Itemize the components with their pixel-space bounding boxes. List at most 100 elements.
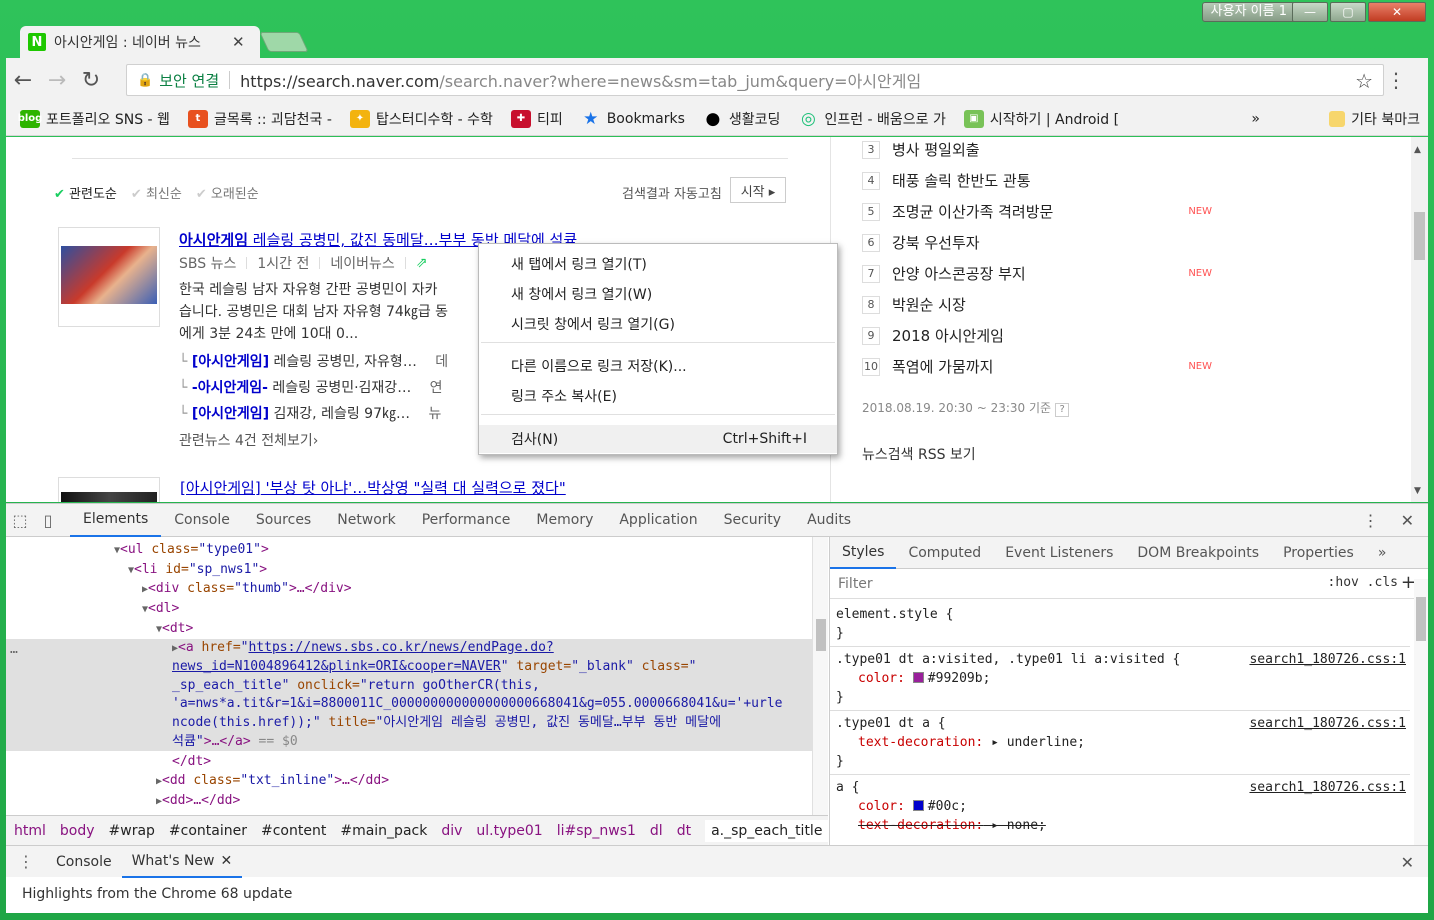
devtools-tab-network[interactable]: Network xyxy=(324,504,408,537)
breadcrumb-item[interactable]: li#sp_nws1 xyxy=(557,823,636,839)
drawer-menu-icon[interactable]: ⋮ xyxy=(6,852,46,871)
news-thumbnail-2[interactable] xyxy=(58,477,160,502)
ranking-item[interactable]: 9 2018 아시안게임 xyxy=(862,325,1222,346)
breadcrumb-item[interactable]: html xyxy=(14,823,46,839)
elements-scrollbar[interactable] xyxy=(812,537,828,815)
bookmark-item[interactable]: ◎ 인프런 - 배움으로 가 xyxy=(798,109,946,129)
dom-node-a-line5[interactable]: ncode(this.href));" title="아시안게임 레슬링 공병민… xyxy=(172,714,721,732)
context-menu-item[interactable]: 검사(N) Ctrl+Shift+I xyxy=(479,425,837,453)
external-link-icon[interactable]: ⇗ xyxy=(416,255,428,271)
tab-close-icon[interactable]: ✕ xyxy=(232,33,245,51)
context-menu-item[interactable]: 다른 이름으로 링크 저장(K)... xyxy=(479,352,837,380)
related-news-item[interactable]: └ -아시안게임- 레슬링 공병민·김재강… 연 xyxy=(179,377,443,397)
bookmark-item[interactable]: blog 포트폴리오 SNS - 웹 xyxy=(18,109,170,129)
url-text[interactable]: https://search.naver.com/search.naver?wh… xyxy=(240,68,921,92)
css-property[interactable]: color: #99209b; xyxy=(836,669,1406,688)
device-toolbar-icon[interactable]: ▯ xyxy=(34,511,62,530)
drawer-tab[interactable]: Console xyxy=(46,846,122,878)
devtools-tab-security[interactable]: Security xyxy=(711,504,795,537)
styles-subtab[interactable]: DOM Breakpoints xyxy=(1125,537,1271,569)
address-bar[interactable]: 🔒 보안 연결 https://search.naver.com/search.… xyxy=(126,64,1384,96)
close-window-button[interactable]: ✕ xyxy=(1368,2,1426,22)
elements-tree[interactable]: … ▼<ul class="type01"> ▼<li id="sp_nws1"… xyxy=(6,537,812,815)
dom-node-dd1[interactable]: ▶<dd class="txt_inline">…</dd> xyxy=(156,772,389,791)
breadcrumb-item[interactable]: ul.type01 xyxy=(476,823,542,839)
inspect-element-icon[interactable]: ⬚ xyxy=(6,511,34,530)
bookmarks-more[interactable]: » xyxy=(1251,111,1260,127)
dom-node-dt-close[interactable]: </dt> xyxy=(172,753,211,771)
sort-oldest[interactable]: ✔ 오래된순 xyxy=(196,183,259,202)
devtools-menu-icon[interactable]: ⋮ xyxy=(1363,511,1379,530)
scrollbar-thumb[interactable] xyxy=(1416,597,1426,641)
filter-input[interactable]: Filter xyxy=(838,576,873,592)
related-news-item[interactable]: └ [아시안게임] 레슬링 공병민, 자유형… 데 xyxy=(179,351,448,371)
news-portal-link[interactable]: 네이버뉴스 xyxy=(330,253,394,273)
new-tab-button[interactable] xyxy=(259,32,309,52)
devtools-tab-audits[interactable]: Audits xyxy=(794,504,864,537)
bookmark-item[interactable]: ● 생활코딩 xyxy=(703,109,781,129)
news-source[interactable]: SBS 뉴스 xyxy=(179,253,236,273)
css-source-link[interactable]: search1_180726.css:1 xyxy=(1249,778,1406,797)
href-link[interactable]: news_id=N1004896412&plink=ORI&cooper=NAV… xyxy=(172,659,501,674)
breadcrumb-item[interactable]: dt xyxy=(677,823,691,839)
breadcrumb-item[interactable]: dl xyxy=(650,823,663,839)
context-menu-item[interactable]: 새 탭에서 링크 열기(T) xyxy=(479,250,837,278)
drawer-tab-close-icon[interactable]: ✕ xyxy=(221,853,233,869)
bookmark-item[interactable]: t 글목록 :: 괴담천국 - xyxy=(187,109,332,129)
dom-node-dt[interactable]: ▼<dt> xyxy=(156,620,193,639)
context-menu-item[interactable]: 시크릿 창에서 링크 열기(G) xyxy=(479,310,837,338)
page-scrollbar[interactable]: ▲ ▼ xyxy=(1411,137,1428,502)
scrollbar-thumb[interactable] xyxy=(1414,212,1425,260)
devtools-tab-sources[interactable]: Sources xyxy=(243,504,324,537)
related-news-more-link[interactable]: 관련뉴스 4건 전체보기› xyxy=(179,430,318,450)
styles-subtab[interactable]: Computed xyxy=(896,537,993,569)
news-thumbnail[interactable] xyxy=(58,227,160,327)
browser-tab[interactable]: N 아시안게임 : 네이버 뉴스 ✕ xyxy=(20,26,260,58)
bookmark-item[interactable]: ★ Bookmarks xyxy=(581,109,685,129)
color-swatch[interactable] xyxy=(912,672,924,683)
minimize-button[interactable]: — xyxy=(1292,2,1328,22)
dom-node-a-line4[interactable]: 'a=nws*a.tit&r=1&i=8800011C_000000000000… xyxy=(172,695,782,713)
help-icon[interactable]: ? xyxy=(1055,403,1070,417)
color-swatch[interactable] xyxy=(912,800,924,811)
css-property[interactable]: text-decoration: ▸ none; xyxy=(836,816,1406,835)
devtools-tab-performance[interactable]: Performance xyxy=(409,504,524,537)
ranking-item[interactable]: 10 폭염에 가뭄까지 NEW xyxy=(862,356,1222,377)
dom-node-a-line3[interactable]: _sp_each_title" onclick="return goOtherC… xyxy=(172,677,540,695)
rss-link[interactable]: 뉴스검색 RSS 보기 xyxy=(862,444,976,464)
drawer-close-icon[interactable]: ✕ xyxy=(1401,853,1414,872)
node-ellipsis[interactable]: … xyxy=(10,641,18,659)
dom-node-a-line6[interactable]: 석큠">…</a> == $0 xyxy=(172,733,298,751)
dom-node-dl[interactable]: ▼<dl> xyxy=(142,600,179,619)
dom-node-dd2[interactable]: ▶<dd>…</dd> xyxy=(156,792,240,811)
hov-cls-toggle[interactable]: :hov .cls xyxy=(1328,575,1398,590)
sort-relevance[interactable]: ✔ 관련도순 xyxy=(54,183,117,202)
maximize-button[interactable]: ▢ xyxy=(1330,2,1366,22)
scroll-down-arrow-icon[interactable]: ▼ xyxy=(1414,486,1421,496)
devtools-close-icon[interactable]: ✕ xyxy=(1401,511,1414,530)
drawer-tab[interactable]: What's New ✕ xyxy=(121,846,243,878)
bookmark-item[interactable]: ▣ 시작하기 | Android [ xyxy=(963,109,1119,129)
breadcrumb-item[interactable]: #wrap xyxy=(109,823,155,839)
bookmark-item[interactable]: ✚ 티피 xyxy=(510,109,563,129)
dom-node-a-line2[interactable]: news_id=N1004896412&plink=ORI&cooper=NAV… xyxy=(172,658,696,676)
scrollbar-thumb[interactable] xyxy=(816,619,826,651)
related-news-item[interactable]: └ [아시안게임] 김재강, 레슬링 97㎏… 뉴 xyxy=(179,403,441,423)
ranking-item[interactable]: 8 박원순 시장 xyxy=(862,294,1222,315)
breadcrumb-item[interactable]: #content xyxy=(261,823,326,839)
href-link[interactable]: https://news.sbs.co.kr/news/endPage.do? xyxy=(248,640,553,655)
reload-button[interactable]: ↻ xyxy=(74,68,108,93)
autofix-start-button[interactable]: 시작 ▸ xyxy=(730,177,786,203)
ranking-item[interactable]: 4 태풍 솔릭 한반도 관통 xyxy=(862,170,1222,191)
dom-node-ul[interactable]: ▼<ul class="type01"> xyxy=(114,541,269,560)
other-bookmarks[interactable]: 기타 북마크 xyxy=(1329,109,1420,129)
ranking-item[interactable]: 5 조명균 이산가족 격려방문 NEW xyxy=(862,201,1222,222)
breadcrumb-item[interactable]: a._sp_each_title xyxy=(705,819,829,842)
styles-more-icon[interactable]: » xyxy=(1366,537,1399,569)
breadcrumb-item[interactable]: div xyxy=(441,823,462,839)
styles-filter[interactable]: Filter :hov .cls + xyxy=(830,569,1428,599)
forward-button[interactable]: → xyxy=(40,68,74,93)
ranking-item[interactable]: 7 안양 아스콘공장 부지 NEW xyxy=(862,263,1222,284)
ranking-item[interactable]: 6 강북 우선투자 xyxy=(862,232,1222,253)
styles-subtab[interactable]: Event Listeners xyxy=(993,537,1125,569)
